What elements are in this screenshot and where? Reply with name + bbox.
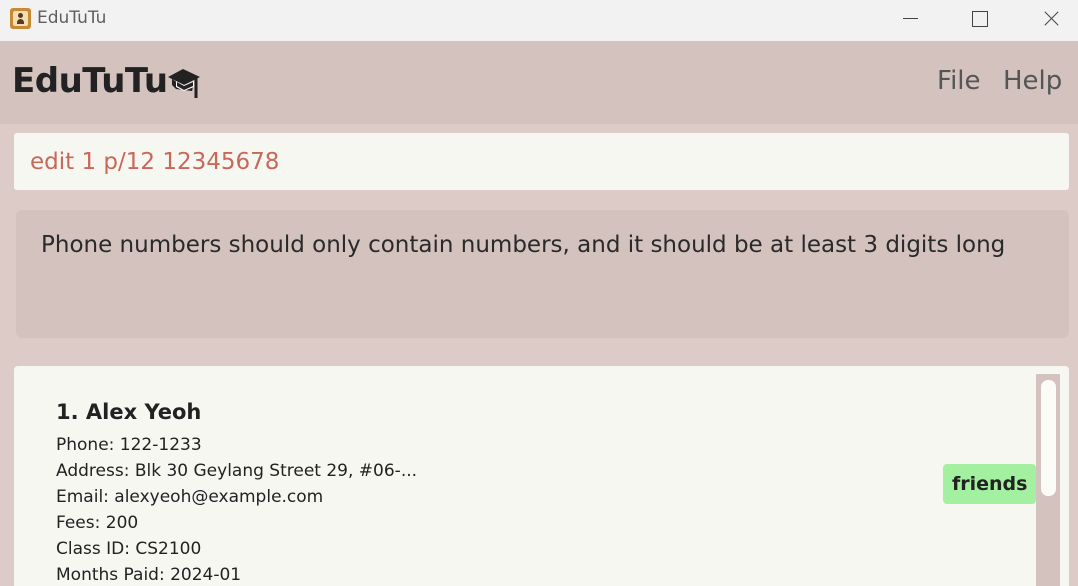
graduation-cap-icon	[168, 69, 200, 98]
person-address: Address: Blk 30 Geylang Street 29, #06-.…	[56, 461, 418, 481]
command-box	[14, 133, 1069, 190]
person-email: Email: alexyeoh@example.com	[56, 487, 324, 507]
window-titlebar: EduTuTu	[0, 0, 1078, 41]
person-class-id: Class ID: CS2100	[56, 539, 202, 559]
result-message: Phone numbers should only contain number…	[41, 232, 1006, 258]
maximize-icon[interactable]	[949, 0, 1009, 41]
scrollbar-thumb[interactable]	[1041, 380, 1056, 496]
result-display-panel: Phone numbers should only contain number…	[0, 198, 1078, 346]
app-brand: EduTuTu	[12, 61, 168, 101]
close-icon[interactable]	[1020, 0, 1078, 41]
tag-friends: friends	[943, 464, 1037, 504]
person-list: 1. Alex Yeoh Phone: 122-1233 Address: Bl…	[14, 366, 1069, 586]
result-display: Phone numbers should only contain number…	[16, 210, 1069, 338]
window-title: EduTuTu	[37, 8, 107, 28]
minimize-icon[interactable]	[880, 0, 940, 41]
menu-help[interactable]: Help	[1003, 66, 1062, 96]
person-months-paid: Months Paid: 2024-01	[56, 565, 242, 585]
person-fees: Fees: 200	[56, 513, 139, 533]
person-name: 1. Alex Yeoh	[56, 400, 202, 424]
person-card[interactable]: 1. Alex Yeoh Phone: 122-1233 Address: Bl…	[22, 374, 1037, 586]
contact-book-icon	[10, 8, 31, 29]
menu-file[interactable]: File	[937, 66, 981, 96]
command-input[interactable]	[30, 133, 1050, 190]
person-phone: Phone: 122-1233	[56, 435, 202, 455]
app-header: EduTuTu File Help	[0, 41, 1078, 124]
